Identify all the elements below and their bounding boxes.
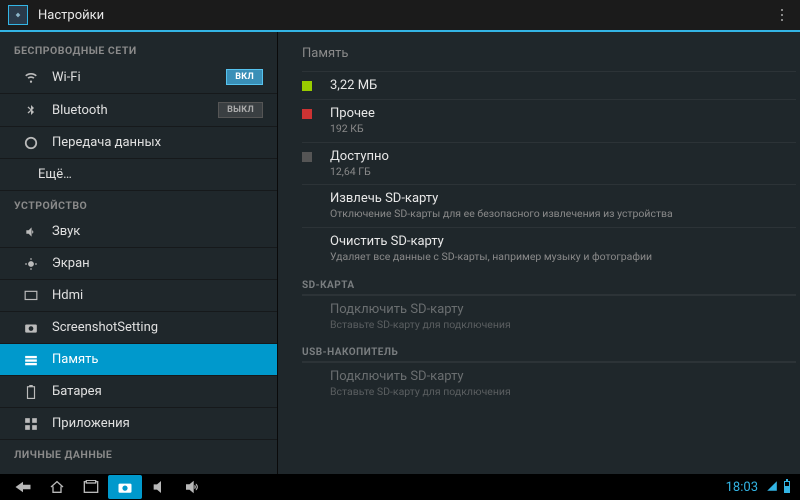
sidebar-item-label: Ещё… xyxy=(38,167,263,182)
action-bar-title: Настройки xyxy=(38,8,772,23)
sidebar-item-label: Батарея xyxy=(52,384,263,399)
sidebar-item-label: Мое местоположение xyxy=(52,473,263,474)
section-sd-card: SD-КАРТА xyxy=(302,274,796,295)
storage-item-mount-sd: Подключить SD-карту Вставьте SD-карту дл… xyxy=(302,295,796,338)
storage-subtitle: Удаляет все данные с SD-карты, например … xyxy=(330,250,652,264)
sidebar-item-more[interactable]: Ещё… xyxy=(0,159,277,191)
sidebar-item-battery[interactable]: Батарея xyxy=(0,376,277,408)
wifi-toggle[interactable]: ВКЛ xyxy=(226,69,263,85)
volume-down-button[interactable] xyxy=(142,475,176,499)
color-swatch xyxy=(302,109,312,119)
sidebar-item-label: Hdmi xyxy=(52,288,263,303)
sidebar-item-hdmi[interactable]: Hdmi xyxy=(0,280,277,312)
bluetooth-toggle[interactable]: ВЫКЛ xyxy=(218,102,263,118)
location-icon xyxy=(22,474,40,475)
settings-sidebar: БЕСПРОВОДНЫЕ СЕТИ Wi-Fi ВКЛ Bluetooth ВЫ… xyxy=(0,32,278,474)
sidebar-item-display[interactable]: Экран xyxy=(0,248,277,280)
main-panel: Память 3,22 МБ Прочее 192 КБ Доступно 12… xyxy=(278,32,800,474)
recent-apps-button[interactable] xyxy=(74,475,108,499)
storage-subtitle: Вставьте SD-карту для подключения xyxy=(330,318,511,332)
storage-item-available[interactable]: Доступно 12,64 ГБ xyxy=(302,142,796,185)
storage-title: Подключить SD-карту xyxy=(330,302,511,317)
spacer xyxy=(302,372,312,382)
storage-title: Подключить SD-карту xyxy=(330,369,511,384)
sidebar-item-label: ScreenshotSetting xyxy=(52,320,263,335)
sidebar-item-label: Передача данных xyxy=(52,135,263,150)
home-button[interactable] xyxy=(40,475,74,499)
battery-icon xyxy=(22,385,40,399)
battery-icon xyxy=(784,481,790,493)
sidebar-item-label: Приложения xyxy=(52,416,263,431)
storage-item-single[interactable]: 3,22 МБ xyxy=(302,71,796,99)
sidebar-item-label: Звук xyxy=(52,224,263,239)
screenshot-button[interactable] xyxy=(108,475,142,499)
storage-subtitle: 12,64 ГБ xyxy=(330,165,389,179)
overflow-menu-button[interactable] xyxy=(772,9,792,21)
storage-item-erase[interactable]: Очистить SD-карту Удаляет все данные с S… xyxy=(302,227,796,270)
sidebar-item-sound[interactable]: Звук xyxy=(0,216,277,248)
display-icon xyxy=(22,257,40,271)
apps-icon xyxy=(22,417,40,431)
section-usb: USB-НАКОПИТЕЛЬ xyxy=(302,341,796,362)
spacer xyxy=(302,237,312,247)
storage-title: Очистить SD-карту xyxy=(330,234,652,249)
storage-item-mount-usb: Подключить SD-карту Вставьте SD-карту дл… xyxy=(302,362,796,405)
sidebar-item-screenshot[interactable]: ScreenshotSetting xyxy=(0,312,277,344)
sidebar-item-label: Bluetooth xyxy=(52,103,218,118)
category-wireless: БЕСПРОВОДНЫЕ СЕТИ xyxy=(0,36,277,61)
storage-subtitle: Вставьте SD-карту для подключения xyxy=(330,385,511,399)
spacer xyxy=(302,194,312,204)
data-usage-icon xyxy=(22,136,40,150)
storage-item-other[interactable]: Прочее 192 КБ xyxy=(302,99,796,142)
category-personal: ЛИЧНЫЕ ДАННЫЕ xyxy=(0,440,277,465)
action-bar: Настройки xyxy=(0,0,800,32)
system-nav-bar: 18:03 xyxy=(0,474,800,500)
wifi-icon xyxy=(22,70,40,84)
sidebar-item-data-usage[interactable]: Передача данных xyxy=(0,127,277,159)
hdmi-icon xyxy=(22,289,40,303)
spacer xyxy=(302,305,312,315)
sidebar-item-label: Память xyxy=(52,352,263,367)
storage-title: Доступно xyxy=(330,149,389,164)
sidebar-item-storage[interactable]: Память xyxy=(0,344,277,376)
storage-title: Прочее xyxy=(330,106,375,121)
color-swatch xyxy=(302,81,312,91)
storage-title: 3,22 МБ xyxy=(330,78,377,93)
sidebar-item-label: Wi-Fi xyxy=(52,70,226,85)
volume-up-button[interactable] xyxy=(176,475,210,499)
color-swatch xyxy=(302,152,312,162)
storage-item-unmount[interactable]: Извлечь SD-карту Отключение SD-карты для… xyxy=(302,184,796,227)
sidebar-item-label: Экран xyxy=(52,256,263,271)
signal-icon xyxy=(766,480,778,495)
sidebar-item-bluetooth[interactable]: Bluetooth ВЫКЛ xyxy=(0,94,277,127)
storage-subtitle: 192 КБ xyxy=(330,122,375,136)
category-device: УСТРОЙСТВО xyxy=(0,191,277,216)
sidebar-item-apps[interactable]: Приложения xyxy=(0,408,277,440)
content-area: БЕСПРОВОДНЫЕ СЕТИ Wi-Fi ВКЛ Bluetooth ВЫ… xyxy=(0,32,800,474)
camera-icon xyxy=(22,321,40,335)
storage-icon xyxy=(22,353,40,367)
bluetooth-icon xyxy=(22,103,40,117)
app-icon xyxy=(8,5,28,25)
clock[interactable]: 18:03 xyxy=(726,480,758,495)
storage-subtitle: Отключение SD-карты для ее безопасного и… xyxy=(330,207,673,221)
storage-title: Извлечь SD-карту xyxy=(330,191,673,206)
sound-icon xyxy=(22,225,40,239)
sidebar-item-wifi[interactable]: Wi-Fi ВКЛ xyxy=(0,61,277,94)
sidebar-item-location[interactable]: Мое местоположение xyxy=(0,465,277,474)
panel-title: Память xyxy=(302,40,796,71)
back-button[interactable] xyxy=(6,475,40,499)
